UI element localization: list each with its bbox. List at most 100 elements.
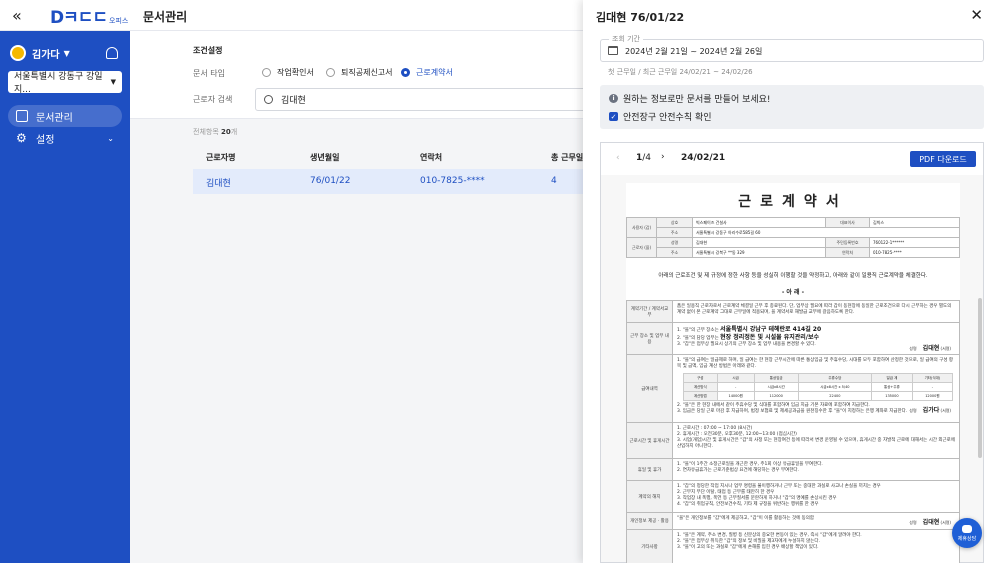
info-icon: i — [609, 94, 618, 103]
scrollbar[interactable] — [978, 298, 982, 458]
worker-search-label: 근로자 검색 — [193, 95, 233, 104]
field-label: 대표이사 — [825, 217, 870, 228]
sidebar-header: « Dㅋㄷㄷ 오피스 — [0, 0, 130, 31]
section-text: 1. "을"이 1주간 소정근로일을 개근한 경우, 주1회 이상 유급휴일을 … — [677, 462, 823, 473]
column-header[interactable]: 근로자명 — [206, 152, 235, 163]
consult-chat-button[interactable]: 제휴상담 — [952, 518, 982, 548]
pay-cell: 시급x8시간 — [753, 382, 799, 392]
section-other: 기타사항 1. "을"은 계약, 주소 변경, 질병 등 신분상의 중요한 변동… — [626, 529, 960, 563]
sign-label: 성명 — [909, 520, 917, 525]
safety-checkbox[interactable]: ✓ 안전장구 안전수칙 확인 — [609, 110, 712, 123]
back-arrow-icon[interactable]: « — [12, 6, 32, 25]
document-icon — [16, 110, 28, 122]
section-label: 개인정보 제공 · 활용 — [627, 513, 673, 529]
radio-retirement-report[interactable]: 퇴직공제신고서 — [326, 67, 393, 78]
place-line-2: 2. "을"의 담당 업무는 — [677, 336, 719, 341]
seal-mark: (서명) — [940, 520, 951, 525]
worker-search-input[interactable]: 김대현 — [255, 88, 600, 111]
info-row: i 원하는 정보로만 문서를 만들어 보세요! — [609, 92, 771, 105]
column-header[interactable]: 연락처 — [420, 152, 442, 163]
page-date: 24/02/21 — [681, 153, 726, 163]
pay-cell: 시급x8시간 x 5/40 — [797, 382, 873, 392]
filter-section-title: 조건설정 — [193, 46, 223, 55]
checkbox-checked-icon: ✓ — [609, 112, 618, 121]
field-label: 상호 — [656, 217, 693, 228]
field-label: 연락처 — [825, 247, 870, 258]
user-menu[interactable]: 김가다 ▼ — [0, 31, 130, 61]
sign-name: 김가다 — [922, 407, 940, 414]
section-label: 휴일 및 휴가 — [627, 459, 673, 480]
pay-header: 기타(식대) — [911, 373, 954, 383]
field-label: 주민등록번호 — [825, 237, 870, 248]
party-label: 근로자 (을) — [626, 237, 657, 258]
field-value: 010-7825-**** — [869, 247, 960, 258]
search-icon — [264, 95, 273, 104]
count-value: 20 — [221, 128, 231, 136]
document-viewer: ‹ 1/4 › 24/02/21 PDF 다운로드 근로계약서 사용자 (갑) … — [600, 142, 984, 563]
sidebar-item-documents[interactable]: 문서관리 — [8, 105, 122, 127]
sidebar: « Dㅋㄷㄷ 오피스 김가다 ▼ 서울특별시 강동구 강일지... ▼ 문서관리… — [0, 0, 130, 563]
pay-cell: 112000 — [753, 391, 799, 401]
column-header[interactable]: 생년월일 — [310, 152, 339, 163]
section-text: 품은 일용직 근로자로서 근로계약 체결일 근무 후 종료된다. 단, 업무상 … — [677, 304, 952, 315]
radio-label: 퇴직공제신고서 — [341, 68, 393, 77]
radio-labor-contract[interactable]: 근로계약서 — [401, 67, 453, 78]
count-prefix: 전체항목 — [193, 128, 219, 136]
caret-down-icon: ▼ — [63, 48, 70, 58]
work-value: 현장 정리정돈 및 시설물 유지관리/보수 — [720, 334, 820, 341]
caret-down-icon: ▼ — [110, 78, 116, 86]
user-name: 김가다 — [32, 49, 60, 61]
cell-phone: 010-7825-**** — [420, 176, 485, 186]
field-value: 김빅스 — [869, 217, 960, 228]
section-place: 근무 장소 및 업무 내용 1. "을"의 근무 장소는 서울특별시 강남구 테… — [626, 322, 960, 354]
contract-page: 근로계약서 사용자 (갑) 상호 빅스페이즈 건설사 대표이사 김빅스 주소 서… — [626, 183, 960, 563]
sidebar-item-label: 문서관리 — [36, 112, 73, 124]
field-value: 서울특별시 강동구 아리수로585길 60 — [692, 227, 960, 238]
section-text: 1. "을"의 급여는 일급제로 하며, 일 급여는 한 현장 근무시간에 따른… — [677, 358, 954, 369]
pay-cell: - — [911, 382, 954, 392]
table-row[interactable]: 김대현 76/01/22 010-7825-**** 4 — [193, 169, 603, 194]
consult-label: 제휴상담 — [957, 535, 977, 542]
section-label: 계약의 해지 — [627, 481, 673, 512]
section-label: 급여내역 — [627, 355, 673, 422]
panel-title: 김대현 76/01/22 — [596, 11, 685, 24]
bell-icon[interactable] — [106, 47, 118, 59]
table-header: 근로자명 생년월일 연락처 총 근무일 수 — [193, 147, 603, 167]
period-legend: 조회 기간 — [609, 34, 643, 44]
field-value: 김대현 — [692, 237, 826, 248]
branch-select-value: 서울특별시 강동구 강일지... — [14, 72, 103, 95]
radio-dot — [401, 68, 410, 77]
radio-work-confirmation[interactable]: 작업확인서 — [262, 67, 314, 78]
contract-intro: 아래의 근로조건 및 제 규정에 정한 사항 등을 성실히 이행할 것을 약정하… — [658, 273, 928, 279]
radio-dot — [326, 68, 335, 77]
field-label: 성명 — [656, 237, 693, 248]
avatar — [10, 45, 26, 61]
seal-mark: (서명) — [940, 346, 951, 351]
period-field[interactable]: 조회 기간 2024년 2월 21일 ~ 2024년 2월 26일 — [600, 34, 984, 62]
close-icon[interactable]: ✕ — [970, 6, 983, 24]
seal-mark: (서명) — [940, 408, 951, 413]
section-privacy: 개인정보 제공 · 활용 "을"은 개인정보를 "갑"에게 제공하고, "갑"이… — [626, 512, 960, 529]
pdf-download-button[interactable]: PDF 다운로드 — [910, 151, 976, 167]
document-detail-panel: 김대현 76/01/22 ✕ 조회 기간 2024년 2월 21일 ~ 2024… — [583, 0, 1000, 563]
field-value: 빅스페이즈 건설사 — [692, 217, 826, 228]
radio-label: 근로계약서 — [416, 68, 453, 77]
pay-cell: 14000원 — [716, 391, 755, 401]
pay-cell: 22400 — [797, 391, 873, 401]
section-label: 근로시간 및 휴게시간 — [627, 423, 673, 458]
app-logo[interactable]: Dㅋㄷㄷ 오피스 — [50, 3, 128, 28]
chevron-right-icon[interactable]: › — [661, 152, 665, 162]
pay-header: 일급 계 — [871, 373, 913, 383]
branch-select[interactable]: 서울특별시 강동구 강일지... ▼ — [8, 71, 122, 95]
radio-dot — [262, 68, 271, 77]
pay-cell: 통상+주휴 — [871, 382, 913, 392]
viewer-toolbar: ‹ 1/4 › 24/02/21 PDF 다운로드 — [601, 143, 983, 175]
sidebar-item-settings[interactable]: ⚙ 설정 ⌄ — [8, 127, 122, 149]
result-count: 전체항목 20개 — [193, 127, 237, 137]
pay-table: 구성 시급 통상임금 주휴수당 일급 계 기타(식대) 계산방식 - 시급x8시… — [683, 373, 954, 401]
sign-name: 김대현 — [922, 345, 940, 352]
gear-icon: ⚙ — [16, 131, 27, 145]
chevron-left-icon[interactable]: ‹ — [616, 153, 620, 163]
place-value: 서울특별시 강남구 테헤란로 414길 20 — [720, 326, 822, 333]
pay-header: 구성 — [683, 373, 718, 383]
